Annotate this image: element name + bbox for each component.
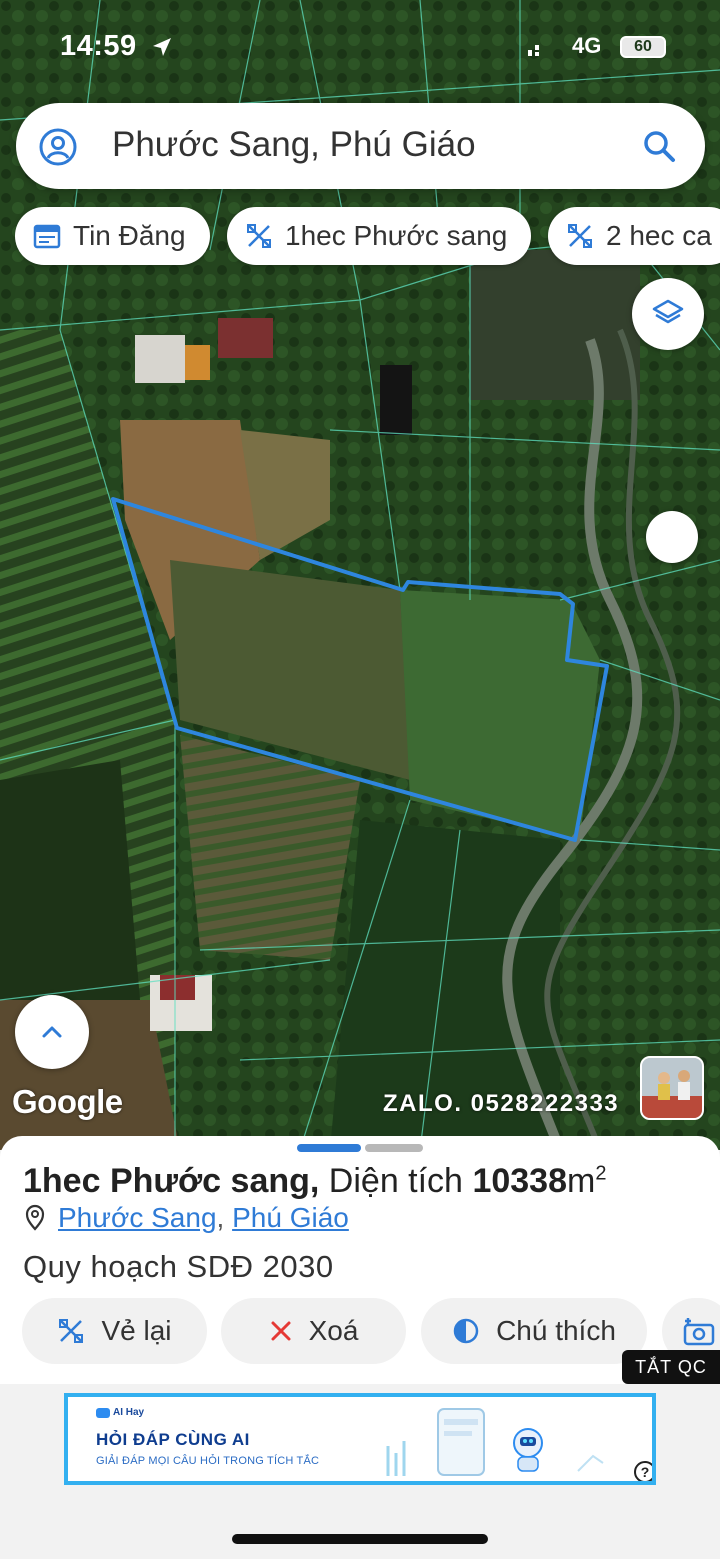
district-link[interactable]: Phú Giáo	[232, 1202, 349, 1234]
area-exponent: 2	[595, 1162, 607, 1185]
hide-ads-button[interactable]: TẮT QC	[622, 1350, 720, 1384]
delete-label: Xoá	[308, 1315, 359, 1346]
close-icon	[271, 1321, 291, 1341]
chip-label: Tin Đăng	[73, 220, 186, 251]
draw-icon	[568, 224, 592, 248]
zalo-watermark: ZALO. 0528222333	[383, 1090, 620, 1117]
location-separator: ,	[216, 1202, 225, 1233]
chip-2-hec[interactable]: 2 hec ca	[548, 207, 720, 265]
ad-headline: HỎI ĐÁP CÙNG AI	[96, 1430, 250, 1449]
draw-icon	[247, 224, 271, 248]
legend-button[interactable]: Chú thích	[421, 1298, 647, 1364]
user-account-icon[interactable]	[38, 127, 78, 167]
status-bar: 14:59 4G 60	[0, 0, 720, 90]
chip-label: 2 hec ca	[606, 220, 712, 251]
map-pin-icon	[25, 1204, 45, 1231]
status-time: 14:59	[60, 30, 137, 62]
chevron-up-icon	[42, 1026, 62, 1038]
legend-label: Chú thích	[496, 1315, 616, 1346]
filter-chips: Tin Đăng 1hec Phước sang 2 hec ca	[0, 207, 720, 265]
parcel-title: 1hec Phước sang, Diện tích 10338m2	[23, 1162, 606, 1201]
parcel-location: Phước Sang, Phú Giáo	[22, 1202, 349, 1234]
network-type: 4G	[572, 33, 602, 58]
area-unit: m	[566, 1162, 596, 1200]
ad-illustration	[386, 1408, 604, 1476]
area-label: Diện tích	[328, 1162, 463, 1200]
chip-label: 1hec Phước sang	[285, 220, 508, 251]
delete-button[interactable]: Xoá	[221, 1298, 406, 1364]
page-indicator-active	[297, 1144, 361, 1152]
location-arrow-icon	[153, 38, 171, 56]
search-icon[interactable]	[642, 129, 678, 165]
search-query[interactable]: Phước Sang, Phú Giáo	[112, 125, 476, 165]
layers-button[interactable]	[632, 278, 704, 350]
signal-icon	[528, 45, 539, 56]
google-logo: Google	[12, 1083, 123, 1120]
redraw-button[interactable]: Vẻ lại	[22, 1298, 207, 1364]
area-value: 10338	[472, 1162, 567, 1200]
legend-icon	[453, 1318, 479, 1344]
expand-up-button[interactable]	[15, 995, 89, 1069]
redraw-icon	[59, 1319, 84, 1343]
layers-icon	[652, 299, 684, 324]
action-row: Vẻ lại Xoá Chú thích	[0, 1298, 720, 1366]
side-handle-button[interactable]	[646, 511, 698, 563]
ad-brand: AI Hay	[96, 1407, 144, 1418]
planning-label: Quy hoạch SDĐ 2030	[23, 1249, 334, 1284]
ad-tagline: GIẢI ĐÁP MỌI CÂU HỎI TRONG TÍCH TẮC	[96, 1455, 320, 1467]
chip-1hec-phuoc-sang[interactable]: 1hec Phước sang	[227, 207, 531, 265]
street-photo-thumbnail[interactable]	[640, 1056, 704, 1120]
calendar-icon	[33, 224, 61, 249]
ad-info-icon[interactable]: ?	[634, 1461, 652, 1481]
battery-level: 60	[620, 36, 666, 58]
commune-link[interactable]: Phước Sang	[58, 1202, 217, 1234]
home-indicator[interactable]	[232, 1534, 488, 1544]
redraw-label: Vẻ lại	[101, 1315, 172, 1346]
chip-tin-dang[interactable]: Tin Đăng	[15, 207, 210, 265]
camera-plus-icon	[683, 1318, 715, 1346]
ad-banner[interactable]: AI Hay HỎI ĐÁP CÙNG AI GIẢI ĐÁP MỌI CÂU …	[64, 1393, 656, 1485]
page-indicator	[365, 1144, 423, 1152]
search-bar[interactable]: Phước Sang, Phú Giáo	[16, 103, 705, 189]
parcel-name: 1hec Phước sang,	[23, 1162, 320, 1200]
ad-brand-text: AI Hay	[113, 1407, 145, 1418]
